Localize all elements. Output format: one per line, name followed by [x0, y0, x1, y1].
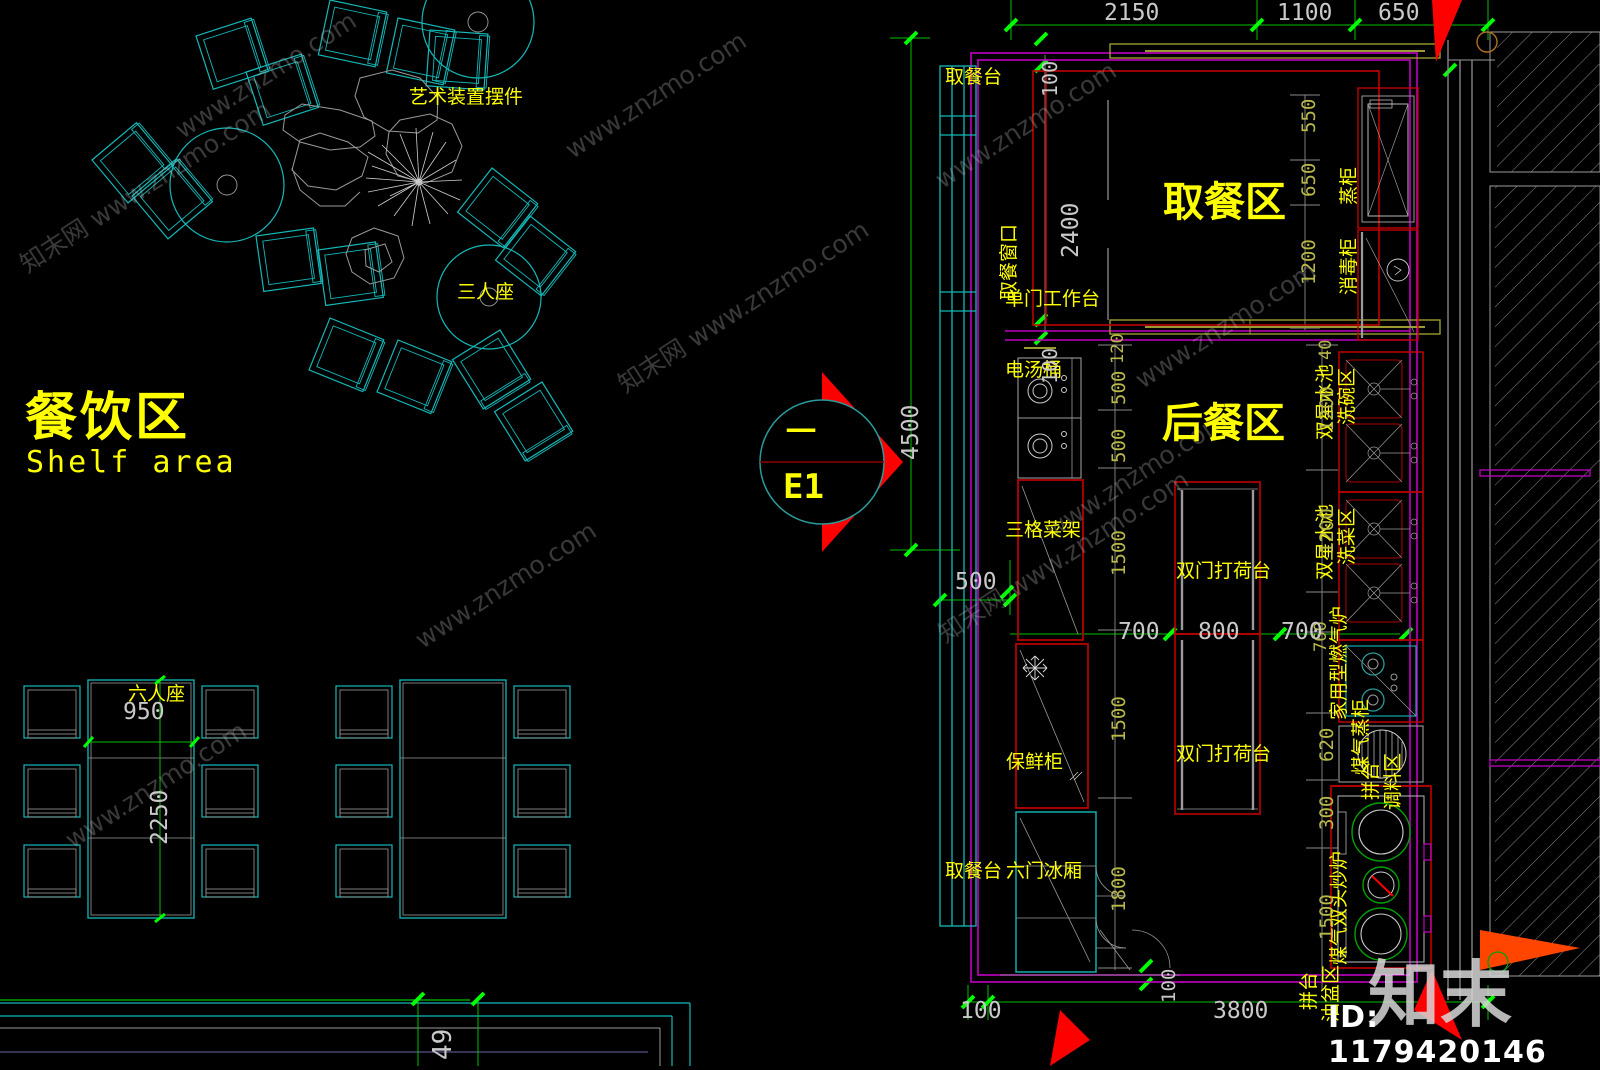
dim-inner-right-620: 620: [1316, 727, 1338, 762]
dim-inner-right-1500: 1500: [1316, 894, 1338, 940]
dimension-ladder-inner-left: [1044, 55, 1132, 970]
dim-bottom-3800: 3800: [1213, 998, 1269, 1024]
three-grid-rack-unit: [1017, 479, 1084, 641]
zone-title-back-kitchen: 后餐区: [1162, 399, 1285, 447]
dim-inner-right-40: 40: [1316, 339, 1336, 360]
dim-bottom-small-100: 100: [1158, 968, 1180, 1003]
dim-top-1100: 1100: [1277, 0, 1333, 26]
label-home-gas-stove: 家用型燃气炉: [1328, 605, 1350, 720]
dim-mid-800: 800: [1198, 619, 1240, 645]
section-marker-e1: [759, 372, 903, 552]
label-sterilizer-cabinet: 消毒柜: [1338, 237, 1360, 295]
dim-right-1200: 1200: [1298, 239, 1320, 285]
six-seat-table-right: [335, 679, 571, 919]
dim-top-650: 650: [1378, 0, 1420, 26]
label-steam-cabinet: 蒸柜: [1338, 166, 1360, 205]
label-six-door-freezer: 六门冰厢: [1006, 860, 1083, 882]
label-fresh-keeping-cabinet: 保鲜柜: [1006, 751, 1064, 773]
dim-right-650: 650: [1298, 162, 1320, 197]
dim-bottom-left-partial: 49: [428, 1028, 458, 1060]
dim-inner-left-1800: 1800: [1108, 866, 1130, 912]
watermark-id: ID: 1179420146: [1328, 1000, 1547, 1070]
zone-title-dining-en: Shelf area: [26, 445, 237, 480]
dim-right-550: 550: [1298, 98, 1320, 133]
prep-counter-lower: [1174, 633, 1261, 815]
dim-mid-700-right: 700: [1281, 619, 1323, 645]
dim-inner-left-1500a: 1500: [1108, 530, 1130, 576]
bottom-kitchen-details: [1000, 929, 1180, 976]
label-pickup-counter-top: 取餐台: [945, 66, 1003, 88]
fresh-keeping-cabinet-unit: [1015, 643, 1089, 809]
label-three-seat: 三人座: [457, 281, 515, 303]
dim-table-width-950: 950: [123, 699, 165, 725]
dim-inner-left-500a: 500: [1108, 370, 1130, 405]
steam-cabinet-unit: [1357, 87, 1419, 229]
label-seasoning-zone-line1: 拼台: [1360, 761, 1382, 800]
label-pickup-counter-bottom: 取餐台: [945, 860, 1003, 882]
section-marker-top-symbol: 一: [786, 415, 816, 450]
label-dish-wash-sink-line2: 洗碗区: [1336, 367, 1358, 425]
dim-top-2150: 2150: [1104, 0, 1160, 26]
label-seasoning-zone-line2: 调料区: [1382, 752, 1404, 810]
dim-left-4500: 4500: [898, 404, 924, 460]
dim-inner-right-300: 300: [1316, 795, 1338, 830]
cad-vector-layer: [0, 0, 1600, 1066]
dim-inner-right-1200a: 1200: [1316, 386, 1338, 432]
dim-left-500: 500: [955, 569, 997, 595]
dim-inner-2400: 2400: [1058, 202, 1084, 258]
zone-title-pickup-area: 取餐区: [1163, 178, 1286, 226]
dim-bottom-100: 100: [960, 998, 1002, 1024]
prep-counter-upper: [1174, 481, 1261, 635]
dim-inner-left-1500b: 1500: [1108, 696, 1130, 742]
dim-mid-700-left: 700: [1118, 619, 1160, 645]
zone-title-dining-cn: 餐饮区: [25, 388, 191, 448]
label-veg-wash-sink-line2: 洗菜区: [1336, 507, 1358, 565]
label-single-door-worktable: 单门工作台: [1005, 288, 1101, 310]
section-marker-label: E1: [783, 467, 824, 507]
label-prep-counter-lower: 双门打荷台: [1176, 743, 1272, 765]
dim-wall-bot-left-100: 100: [1038, 347, 1062, 384]
bottom-partial-plan: [0, 991, 691, 1066]
label-three-grid-rack: 三格菜架: [1005, 519, 1082, 541]
dim-table-length-2250: 2250: [147, 789, 173, 845]
dim-wall-top-left-100: 100: [1038, 60, 1062, 97]
dim-inner-left-120: 120: [1108, 333, 1128, 364]
label-prep-counter-upper: 双门打荷台: [1176, 560, 1272, 582]
label-art-installation: 艺术装置摆件: [409, 86, 524, 108]
sterilizer-cabinet-unit: [1357, 229, 1419, 341]
label-oil-basin-zone-line1: 拼台: [1298, 971, 1320, 1010]
cad-canvas: 知末网 www.znzmo.com www.znzmo.com www.znzm…: [0, 0, 1600, 1070]
dim-inner-left-500b: 500: [1108, 428, 1130, 463]
dim-inner-right-1200b: 1200: [1316, 508, 1338, 554]
